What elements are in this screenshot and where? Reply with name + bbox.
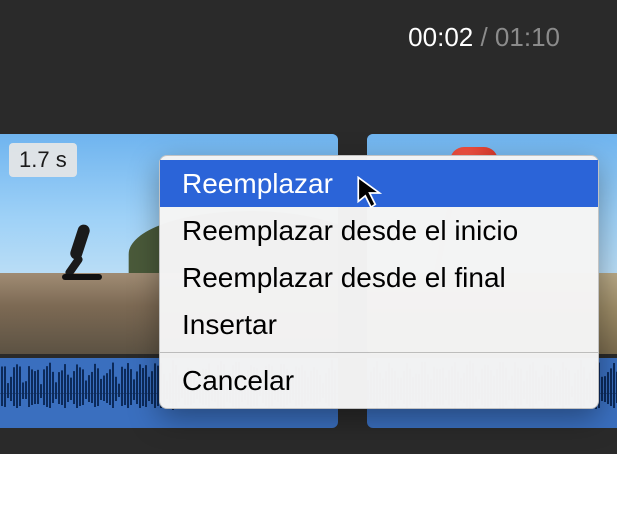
menu-separator — [160, 352, 598, 353]
thumbnail-skater — [68, 224, 102, 284]
menu-item-insert[interactable]: Insertar — [160, 301, 598, 348]
timecode-total: 01:10 — [495, 22, 560, 52]
editor-dark-region: 00:02 / 01:10 1.7 s — [0, 0, 617, 454]
menu-item-replace-from-end[interactable]: Reemplazar desde el final — [160, 254, 598, 301]
timecode-bar: 00:02 / 01:10 — [0, 0, 617, 72]
menu-item-replace[interactable]: Reemplazar — [160, 160, 598, 207]
timecode-readout: 00:02 / 01:10 — [408, 22, 560, 53]
drop-context-menu: Reemplazar Reemplazar desde el inicio Re… — [159, 155, 599, 409]
timecode-current: 00:02 — [408, 22, 473, 52]
menu-item-replace-from-start[interactable]: Reemplazar desde el inicio — [160, 207, 598, 254]
clip-duration-badge: 1.7 s — [9, 143, 77, 177]
menu-item-cancel[interactable]: Cancelar — [160, 357, 598, 404]
app-frame: 00:02 / 01:10 1.7 s — [0, 0, 617, 521]
timecode-separator: / — [473, 22, 495, 52]
